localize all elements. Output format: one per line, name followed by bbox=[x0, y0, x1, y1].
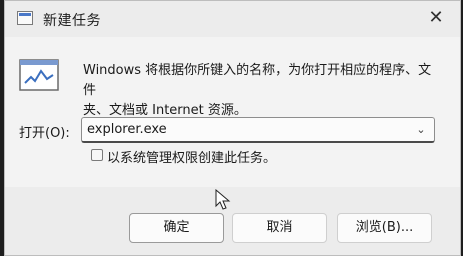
description-line-1: Windows 将根据你所键入的名称，为你打开相应的程序、文件 bbox=[83, 63, 432, 98]
open-label: 打开(O): bbox=[19, 126, 70, 141]
button-bar: 确定 取消 浏览(B)... bbox=[5, 187, 460, 255]
close-icon[interactable]: ✕ bbox=[426, 8, 446, 28]
description-text: Windows 将根据你所键入的名称，为你打开相应的程序、文件 夹、文档或 In… bbox=[83, 61, 443, 121]
mouse-cursor-icon bbox=[215, 189, 231, 210]
admin-checkbox-label[interactable]: 以系统管理权限创建此任务。 bbox=[107, 147, 276, 166]
cancel-button[interactable]: 取消 bbox=[232, 213, 327, 243]
browse-button[interactable]: 浏览(B)... bbox=[337, 213, 432, 243]
run-task-dialog: 新建任务 ✕ Windows 将根据你所键入的名称，为你打开相应的程序、文件 夹… bbox=[4, 0, 461, 256]
dialog-title: 新建任务 bbox=[43, 13, 101, 29]
open-combobox[interactable]: explorer.exe ⌄ bbox=[81, 117, 435, 143]
title-bar: 新建任务 ✕ bbox=[5, 1, 460, 37]
dialog-content: Windows 将根据你所键入的名称，为你打开相应的程序、文件 夹、文档或 In… bbox=[5, 37, 460, 187]
run-icon bbox=[19, 59, 59, 91]
chevron-down-icon[interactable]: ⌄ bbox=[414, 120, 428, 140]
open-input[interactable]: explorer.exe bbox=[87, 122, 167, 137]
task-manager-icon bbox=[17, 11, 33, 25]
ok-button[interactable]: 确定 bbox=[129, 213, 224, 243]
admin-checkbox[interactable] bbox=[91, 149, 103, 161]
